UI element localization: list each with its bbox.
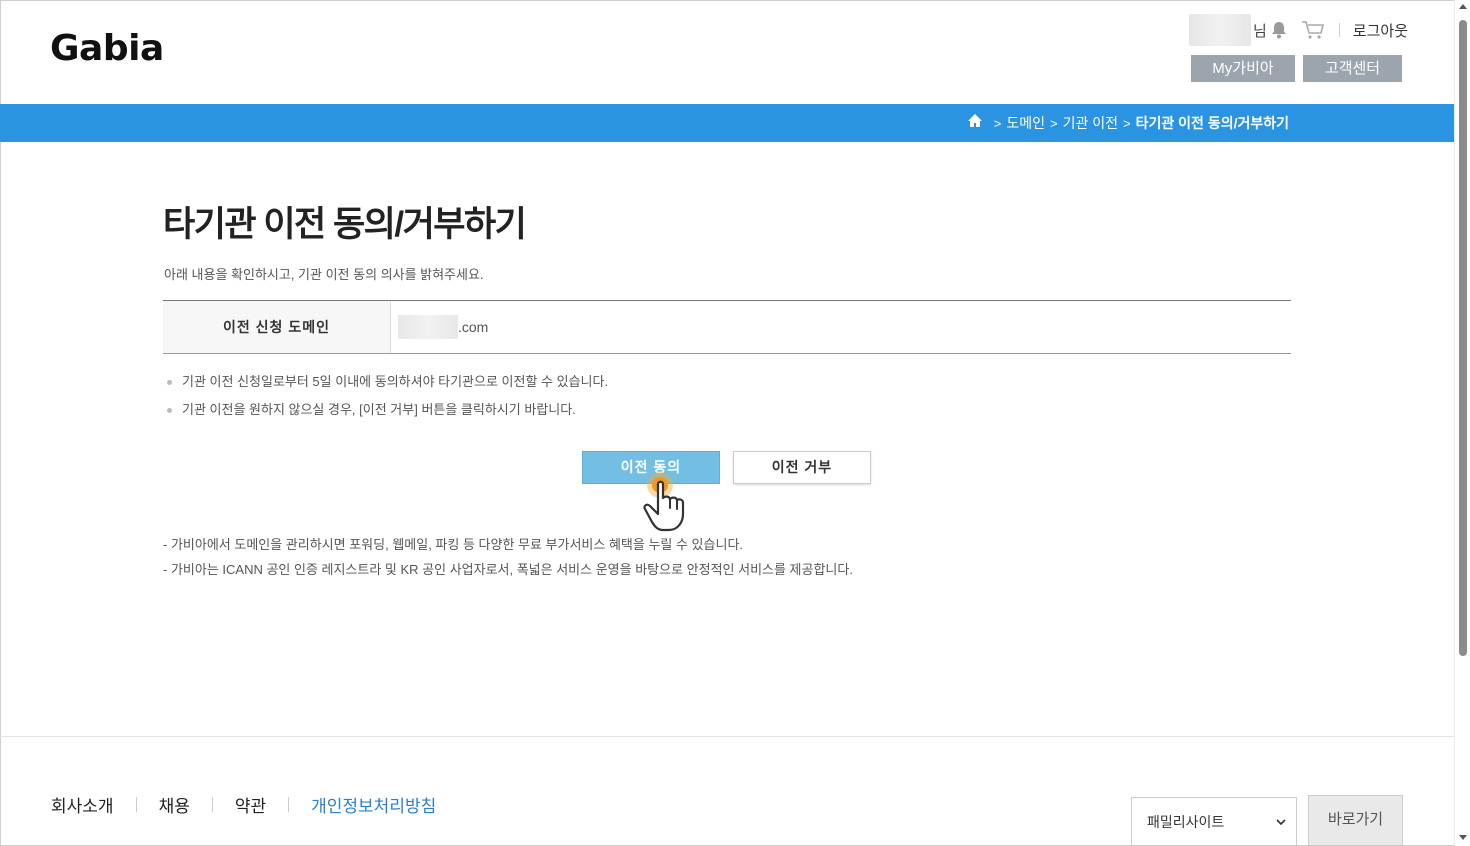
table-cell-domain: .com (391, 301, 1291, 353)
go-button[interactable]: 바로가기 (1308, 795, 1403, 846)
scroll-up-icon[interactable] (1459, 4, 1467, 9)
breadcrumb: > 도메인 > 기관 이전 > 타기관 이전 동의/거부하기 (967, 104, 1289, 142)
notice-text: 기관 이전 신청일로부터 5일 이내에 동의하셔야 타기관으로 이전할 수 있습… (182, 374, 609, 389)
notice-item: 기관 이전을 원하지 않으실 경우, [이전 거부] 버튼을 클릭하시기 바랍니… (164, 400, 608, 428)
user-name-redacted (1188, 14, 1251, 46)
breadcrumb-separator: > (993, 115, 1002, 131)
customer-center-button[interactable]: 고객센터 (1303, 55, 1402, 82)
breadcrumb-item-transfer[interactable]: 기관 이전 (1063, 113, 1118, 133)
scrollbar-thumb[interactable] (1459, 20, 1467, 656)
service-info-line: - 가비아는 ICANN 공인 인증 레지스트라 및 KR 공인 사업자로서, … (163, 562, 853, 577)
notice-text: 기관 이전을 원하지 않으실 경우, [이전 거부] 버튼을 클릭하시기 바랍니… (182, 402, 576, 417)
footer-link-terms[interactable]: 약관 (235, 792, 266, 817)
domain-info-table: 이전 신청 도메인 .com (163, 300, 1291, 354)
header-separator (1338, 23, 1340, 37)
bell-icon[interactable] (1271, 21, 1287, 39)
bullet-icon (167, 408, 172, 413)
footer-separator (211, 797, 213, 812)
bullet-icon (167, 380, 172, 385)
footer-divider (0, 736, 1454, 737)
footer-link-careers[interactable]: 채용 (159, 792, 190, 817)
user-suffix: 님 (1252, 22, 1267, 40)
scroll-down-icon[interactable] (1459, 835, 1467, 840)
my-gabia-button[interactable]: My가비아 (1191, 55, 1295, 82)
footer-link-privacy[interactable]: 개인정보처리방침 (311, 792, 436, 817)
breadcrumb-separator: > (1123, 115, 1131, 131)
scrollbar[interactable] (1454, 0, 1470, 846)
table-header-domain: 이전 신청 도메인 (163, 301, 391, 353)
family-site-value: 패밀리사이트 (1147, 813, 1225, 830)
footer-separator (135, 797, 137, 812)
footer-links: 회사소개 채용 약관 개인정보처리방침 (51, 792, 436, 817)
transfer-agree-button[interactable]: 이전 동의 (582, 451, 720, 484)
service-info-line: - 가비아에서 도메인을 관리하시면 포워딩, 웹메일, 파킹 등 다양한 무료… (163, 537, 744, 552)
service-info: - 가비아에서 도메인을 관리하시면 포워딩, 웹메일, 파킹 등 다양한 무료… (163, 535, 853, 585)
home-icon[interactable] (967, 113, 983, 129)
breadcrumb-item-domain[interactable]: 도메인 (1006, 113, 1045, 133)
footer-separator (288, 797, 290, 812)
top-buttons: My가비아 고객센터 (1191, 55, 1402, 82)
domain-name-redacted (398, 315, 458, 339)
gabia-logo[interactable]: Gabia (50, 28, 164, 69)
transfer-reject-button[interactable]: 이전 거부 (733, 451, 871, 484)
cart-icon[interactable] (1301, 20, 1325, 40)
chevron-down-icon (1276, 818, 1286, 825)
footer-link-company[interactable]: 회사소개 (51, 792, 114, 817)
domain-suffix: .com (458, 319, 489, 335)
breadcrumb-current: 타기관 이전 동의/거부하기 (1135, 115, 1289, 131)
user-area: 님 로그아웃 (1188, 14, 1408, 46)
family-site-select[interactable]: 패밀리사이트 (1131, 797, 1297, 846)
logout-link[interactable]: 로그아웃 (1353, 20, 1408, 41)
page-title: 타기관 이전 동의/거부하기 (163, 205, 527, 244)
notice-list: 기관 이전 신청일로부터 5일 이내에 동의하셔야 타기관으로 이전할 수 있습… (164, 372, 608, 428)
notice-item: 기관 이전 신청일로부터 5일 이내에 동의하셔야 타기관으로 이전할 수 있습… (164, 372, 608, 400)
breadcrumb-bar: > 도메인 > 기관 이전 > 타기관 이전 동의/거부하기 (0, 104, 1454, 142)
intro-text: 아래 내용을 확인하시고, 기관 이전 동의 의사를 밝혀주세요. (164, 267, 484, 282)
breadcrumb-separator: > (1050, 115, 1058, 131)
